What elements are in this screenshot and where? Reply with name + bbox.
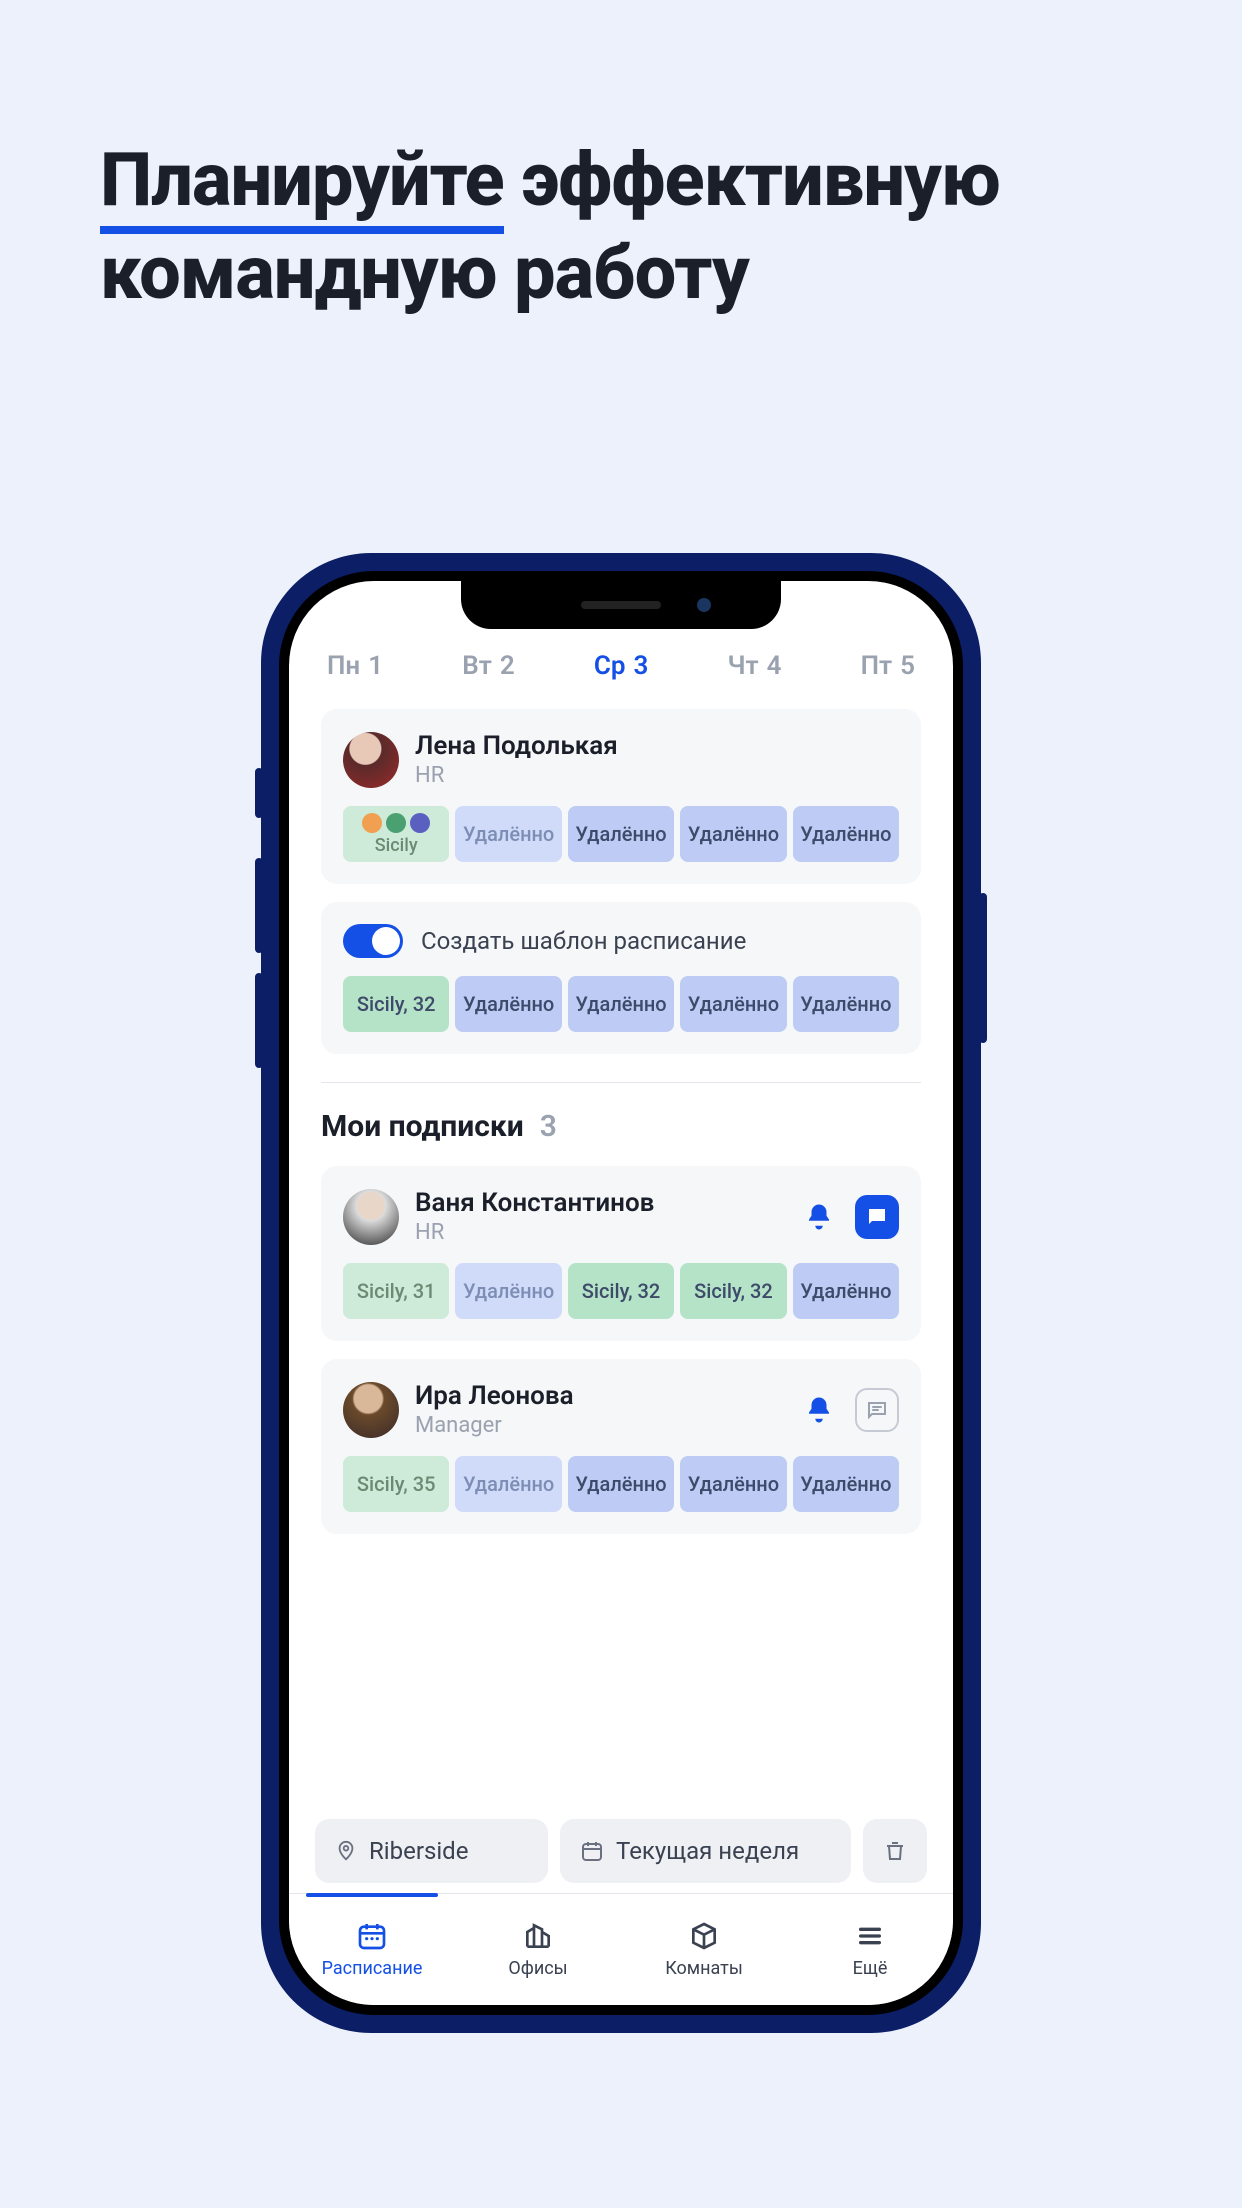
subscription-card[interactable]: Ваня Константинов HR [321, 1166, 921, 1341]
schedule-chip[interactable]: Sicily, 32 [680, 1263, 786, 1319]
person-name: Ваня Константинов [415, 1188, 654, 1218]
menu-icon [854, 1920, 886, 1952]
tab-schedule[interactable]: Расписание [289, 1894, 455, 2005]
bell-icon [804, 1395, 834, 1425]
volume-up-button [255, 858, 263, 953]
subscriptions-header: Мои подписки 3 [321, 1109, 921, 1144]
weekday-selector: Пн1 Вт2 Ср3 Чт4 Пт5 [321, 651, 921, 709]
notify-button[interactable] [797, 1195, 841, 1239]
cup-icon [883, 1839, 907, 1863]
filter-bar: Riberside Текущая неделя [315, 1819, 927, 1883]
my-schedule-card[interactable]: Лена Подолькая HR Sicily Удалённо Удалён [321, 709, 921, 884]
chat-icon [865, 1205, 889, 1229]
buildings-icon [522, 1920, 554, 1952]
day-mon[interactable]: Пн1 [327, 651, 383, 681]
schedule-chip[interactable]: Удалённо [680, 1456, 786, 1512]
chat-icon [865, 1398, 889, 1422]
template-toggle[interactable] [343, 924, 403, 958]
template-chip[interactable]: Удалённо [568, 976, 674, 1032]
schedule-chip[interactable]: Sicily, 31 [343, 1263, 449, 1319]
schedule-chip[interactable]: Удалённо [455, 806, 561, 862]
schedule-chip[interactable]: Удалённо [455, 1263, 561, 1319]
schedule-chip[interactable]: Sicily, 35 [343, 1456, 449, 1512]
day-thu[interactable]: Чт4 [728, 651, 782, 681]
extra-filter[interactable] [863, 1819, 927, 1883]
power-button [979, 893, 987, 1043]
tab-bar: Расписание Офисы Комнаты Ещё [289, 1893, 953, 2005]
schedule-chip[interactable]: Удалённо [793, 1456, 899, 1512]
template-chip[interactable]: Удалённо [793, 976, 899, 1032]
avatar [343, 732, 399, 788]
my-role: HR [415, 763, 618, 788]
day-wed[interactable]: Ср3 [594, 651, 648, 681]
avatar [343, 1189, 399, 1245]
schedule-chip[interactable]: Удалённо [680, 806, 786, 862]
person-name: Ира Леонова [415, 1381, 574, 1411]
chat-button[interactable] [855, 1195, 899, 1239]
my-name: Лена Подолькая [415, 731, 618, 761]
divider [321, 1082, 921, 1083]
schedule-template-card: Создать шаблон расписание Sicily, 32 Уда… [321, 902, 921, 1054]
subscription-card[interactable]: Ира Леонова Manager [321, 1359, 921, 1534]
tab-more[interactable]: Ещё [787, 1894, 953, 2005]
location-filter[interactable]: Riberside [315, 1819, 548, 1883]
template-chip[interactable]: Удалённо [680, 976, 786, 1032]
template-chip[interactable]: Удалённо [455, 976, 561, 1032]
phone-frame: Пн1 Вт2 Ср3 Чт4 Пт5 Лена Подолькая HR [261, 553, 981, 2033]
schedule-chip[interactable]: Удалённо [568, 1456, 674, 1512]
chat-button[interactable] [855, 1388, 899, 1432]
template-label: Создать шаблон расписание [421, 927, 746, 955]
bell-icon [804, 1202, 834, 1232]
tab-offices[interactable]: Офисы [455, 1894, 621, 2005]
pin-icon [335, 1840, 357, 1862]
week-filter[interactable]: Текущая неделя [560, 1819, 851, 1883]
mute-switch [255, 768, 263, 818]
person-role: HR [415, 1220, 654, 1245]
schedule-chip[interactable]: Удалённо [793, 806, 899, 862]
calendar-icon [356, 1920, 388, 1952]
schedule-chip[interactable]: Удалённо [568, 806, 674, 862]
day-tue[interactable]: Вт2 [462, 651, 514, 681]
amenity-icons [362, 813, 430, 833]
schedule-chip[interactable]: Sicily, 32 [568, 1263, 674, 1319]
phone-notch [461, 581, 781, 629]
person-role: Manager [415, 1413, 574, 1438]
schedule-chip[interactable]: Sicily [343, 806, 449, 862]
volume-down-button [255, 973, 263, 1068]
schedule-chip[interactable]: Удалённо [455, 1456, 561, 1512]
template-chip[interactable]: Sicily, 32 [343, 976, 449, 1032]
schedule-chip[interactable]: Удалённо [793, 1263, 899, 1319]
calendar-icon [580, 1839, 604, 1863]
avatar [343, 1382, 399, 1438]
day-fri[interactable]: Пт5 [861, 651, 915, 681]
marketing-headline: Планируйте эффективную командную работу [100, 135, 1242, 320]
tab-rooms[interactable]: Комнаты [621, 1894, 787, 2005]
notify-button[interactable] [797, 1388, 841, 1432]
cube-icon [688, 1920, 720, 1952]
